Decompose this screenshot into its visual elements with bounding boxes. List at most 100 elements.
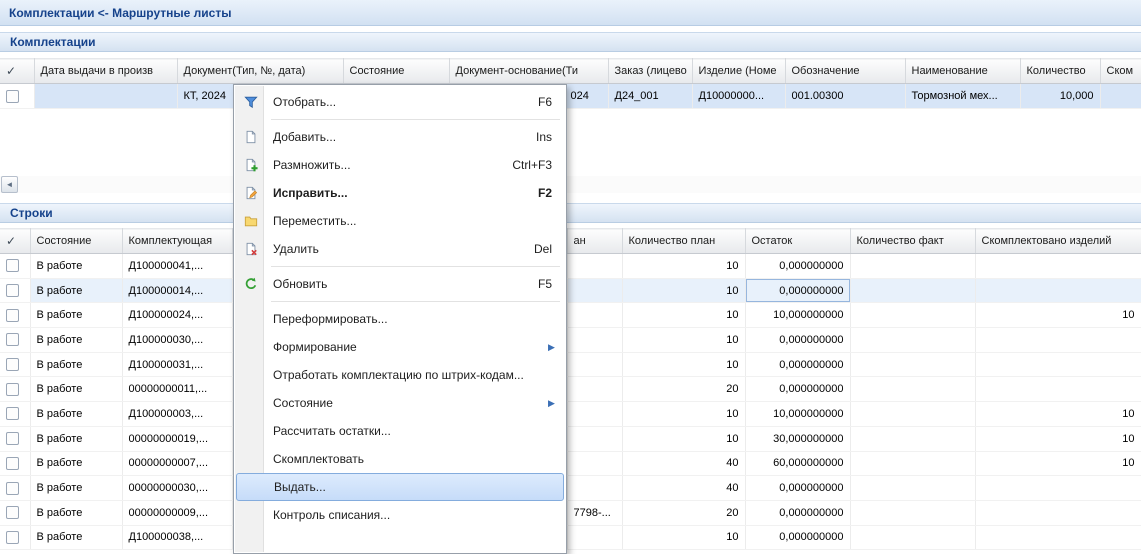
cell-qty-fact xyxy=(850,278,975,303)
menu-item-move[interactable]: Переместить... xyxy=(236,207,564,235)
column-header-assembled[interactable]: Ском xyxy=(1100,59,1141,84)
row-checkbox[interactable] xyxy=(6,457,19,470)
row-checkbox[interactable] xyxy=(6,531,19,544)
cell-qty-plan: 10 xyxy=(622,303,745,328)
cell-state: В работе xyxy=(30,451,122,476)
cell-rest: 0,000000000 xyxy=(745,525,850,550)
cell-state: В работе xyxy=(30,254,122,279)
cell-state: В работе xyxy=(30,303,122,328)
cell-partial xyxy=(567,352,622,377)
column-header-quantity[interactable]: Количество xyxy=(1020,59,1100,84)
cell-qty-plan: 20 xyxy=(622,377,745,402)
menu-item-assemble[interactable]: Скомплектовать xyxy=(236,445,564,473)
column-header-date[interactable]: Дата выдачи в произв xyxy=(34,59,177,84)
row-checkbox[interactable] xyxy=(6,407,19,420)
cell-rest: 0,000000000 xyxy=(745,328,850,353)
table-row[interactable]: В работе Д100000041,... 10 0,000000000 xyxy=(0,254,1141,279)
row-checkbox[interactable] xyxy=(6,383,19,396)
table-row[interactable]: В работе Д100000014,... 10 0,000000000 xyxy=(0,278,1141,303)
table-row[interactable]: В работе Д100000038,... 10 0,000000000 xyxy=(0,525,1141,550)
menu-item-reform[interactable]: Переформировать... xyxy=(236,305,564,333)
scroll-left-icon[interactable] xyxy=(1,176,18,193)
table-row[interactable]: В работе 00000000030,... 40 0,000000000 xyxy=(0,476,1141,501)
menu-item-add[interactable]: Добавить... Ins xyxy=(236,123,564,151)
column-header-qty-plan[interactable]: Количество план xyxy=(622,229,745,254)
cell-component: Д100000038,... xyxy=(122,525,232,550)
menu-item-filter[interactable]: Отобрать... F6 xyxy=(236,88,564,116)
menu-item-barcode-process[interactable]: Отработать комплектацию по штрих-кодам..… xyxy=(236,361,564,389)
menu-item-writeoff-control[interactable]: Контроль списания... xyxy=(236,501,564,529)
menu-item-edit[interactable]: Исправить... F2 xyxy=(236,179,564,207)
table-row[interactable]: КТ, 2024 024 Д24_001 Д10000000... 001.00… xyxy=(0,84,1141,109)
cell-component: 00000000007,... xyxy=(122,451,232,476)
menu-item-state[interactable]: Состояние xyxy=(236,389,564,417)
row-checkbox[interactable] xyxy=(6,432,19,445)
horizontal-scrollbar[interactable] xyxy=(0,176,1141,193)
table-row[interactable]: В работе 00000000009,... 7798-... 20 0,0… xyxy=(0,500,1141,525)
cell-rest: 0,000000000 xyxy=(745,377,850,402)
table-row[interactable]: В работе Д100000030,... 10 0,000000000 xyxy=(0,328,1141,353)
cell-assembled xyxy=(975,377,1141,402)
column-header-order[interactable]: Заказ (лицево xyxy=(608,59,692,84)
column-header-designation[interactable]: Обозначение xyxy=(785,59,905,84)
cell-component: Д100000031,... xyxy=(122,352,232,377)
column-header-rest[interactable]: Остаток xyxy=(745,229,850,254)
column-header-product[interactable]: Изделие (Номе xyxy=(692,59,785,84)
menu-item-formation[interactable]: Формирование xyxy=(236,333,564,361)
select-all-header[interactable]: ✓ xyxy=(0,229,30,254)
column-header-base-document[interactable]: Документ-основание(Ти xyxy=(449,59,608,84)
menu-item-calc-rests[interactable]: Рассчитать остатки... xyxy=(236,417,564,445)
column-header-state[interactable]: Состояние xyxy=(30,229,122,254)
column-header-component[interactable]: Комплектующая xyxy=(122,229,232,254)
menu-item-refresh[interactable]: Обновить F5 xyxy=(236,270,564,298)
cell-assembled xyxy=(975,328,1141,353)
row-checkbox[interactable] xyxy=(6,309,19,322)
row-checkbox[interactable] xyxy=(6,90,19,103)
cell-qty-fact xyxy=(850,451,975,476)
header-row: ✓ Состояние Комплектующая ан Количество … xyxy=(0,229,1141,254)
check-icon: ✓ xyxy=(6,64,16,78)
column-header-assembled[interactable]: Скомплектовано изделий xyxy=(975,229,1141,254)
table-row[interactable]: В работе 00000000019,... 10 30,000000000… xyxy=(0,426,1141,451)
table-row[interactable]: В работе 00000000007,... 40 60,000000000… xyxy=(0,451,1141,476)
select-all-header[interactable]: ✓ xyxy=(0,59,34,84)
row-checkbox[interactable] xyxy=(6,358,19,371)
cell-state: В работе xyxy=(30,352,122,377)
row-checkbox[interactable] xyxy=(6,482,19,495)
cell-rest: 0,000000000 xyxy=(745,254,850,279)
cell-rest: 30,000000000 xyxy=(745,426,850,451)
column-header-partial[interactable]: ан xyxy=(567,229,622,254)
cell-component: Д100000014,... xyxy=(122,278,232,303)
table-row[interactable]: В работе Д100000031,... 10 0,000000000 xyxy=(0,352,1141,377)
column-header-document[interactable]: Документ(Тип, №, дата) xyxy=(177,59,343,84)
copy-page-icon xyxy=(236,158,265,172)
section-title: Комплектации xyxy=(10,35,95,49)
cell-qty-plan: 10 xyxy=(622,426,745,451)
row-checkbox[interactable] xyxy=(6,333,19,346)
menu-item-issue[interactable]: Выдать... xyxy=(236,473,564,501)
cell-qty-fact xyxy=(850,352,975,377)
cell-partial xyxy=(567,254,622,279)
cell-assembled: 10 xyxy=(975,303,1141,328)
cell-partial xyxy=(567,402,622,427)
row-checkbox[interactable] xyxy=(6,284,19,297)
table-row[interactable]: В работе 00000000011,... 20 0,000000000 xyxy=(0,377,1141,402)
column-header-state[interactable]: Состояние xyxy=(343,59,449,84)
cell-qty-fact xyxy=(850,476,975,501)
edit-page-icon xyxy=(236,186,265,200)
cell-qty-fact xyxy=(850,525,975,550)
row-checkbox[interactable] xyxy=(6,259,19,272)
menu-item-delete[interactable]: Удалить Del xyxy=(236,235,564,263)
section-header-stroki: Строки xyxy=(0,203,1141,223)
cell-assembled: 10 xyxy=(975,451,1141,476)
menu-item-duplicate[interactable]: Размножить... Ctrl+F3 xyxy=(236,151,564,179)
cell-rest: 10,000000000 xyxy=(745,303,850,328)
table-row[interactable]: В работе Д100000024,... 10 10,000000000 … xyxy=(0,303,1141,328)
cell-rest: 0,000000000 xyxy=(745,476,850,501)
column-header-name[interactable]: Наименование xyxy=(905,59,1020,84)
table-row[interactable]: В работе Д100000003,... 10 10,000000000 … xyxy=(0,402,1141,427)
column-header-qty-fact[interactable]: Количество факт xyxy=(850,229,975,254)
row-checkbox[interactable] xyxy=(6,506,19,519)
check-icon: ✓ xyxy=(6,234,16,248)
cell-qty-plan: 20 xyxy=(622,500,745,525)
